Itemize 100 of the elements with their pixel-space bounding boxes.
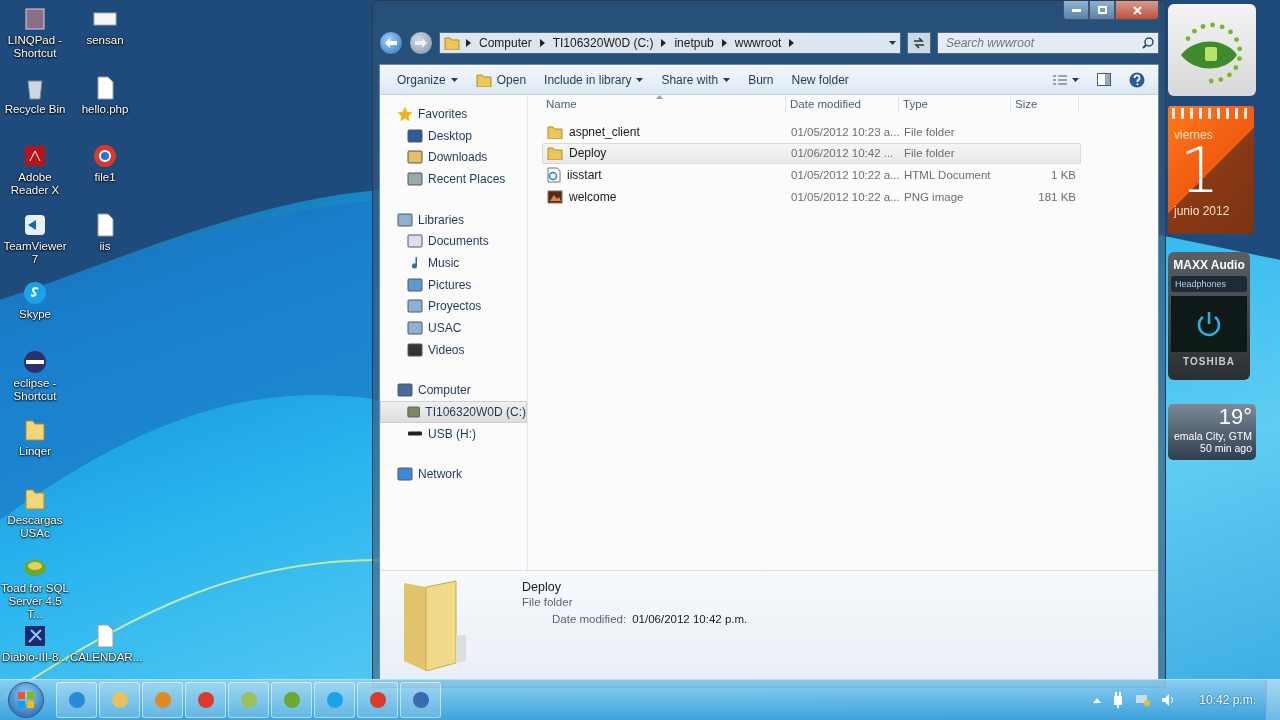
maximize-icon bbox=[1097, 6, 1107, 14]
caret-icon bbox=[1072, 77, 1079, 82]
toolbar-button[interactable]: Open bbox=[468, 69, 534, 90]
breadcrumb[interactable]: TI106320W0D (C:) bbox=[550, 36, 656, 50]
file-row[interactable]: iisstart 01/05/2012 10:22 a... HTML Document 1 KB bbox=[542, 164, 1081, 186]
tree-item[interactable]: TI106320W0D (C:) bbox=[380, 401, 527, 423]
open-folder-icon bbox=[475, 72, 492, 87]
desktop-icon-label[interactable]: iis bbox=[99, 239, 111, 253]
sort-arrow-icon bbox=[656, 95, 663, 99]
toolbar-button[interactable]: Share with bbox=[654, 69, 738, 90]
breadcrumb[interactable]: wwwroot bbox=[732, 36, 784, 50]
desktop-icon-label[interactable]: eclipse - Shortcut bbox=[0, 376, 70, 403]
power-gadget[interactable] bbox=[1168, 4, 1256, 96]
file-row[interactable]: aspnet_client 01/05/2012 10:23 a... File folder bbox=[542, 121, 1081, 143]
table-cell-text: File folder bbox=[903, 147, 956, 160]
temperature: 19° bbox=[1218, 404, 1252, 430]
desktop-icon-label[interactable]: LINQPad - Shortcut bbox=[0, 34, 70, 60]
maker-logo: TOSHIBA bbox=[1183, 356, 1235, 367]
column-header[interactable]: Type bbox=[899, 95, 1011, 113]
power-button[interactable] bbox=[1171, 296, 1247, 352]
desktop-icon-label[interactable]: Linqer bbox=[19, 445, 51, 458]
desktop-icon-label[interactable]: Adobe Reader X bbox=[0, 171, 70, 197]
computer-icon bbox=[397, 383, 413, 398]
search-input[interactable]: Search wwwroot bbox=[944, 35, 1142, 51]
taskbar-button[interactable] bbox=[185, 682, 226, 718]
desktop-icon-label[interactable]: Skype bbox=[19, 308, 51, 321]
column-header[interactable]: Size bbox=[1011, 95, 1079, 113]
tree-item[interactable]: Music bbox=[380, 252, 527, 274]
taskbar-button[interactable] bbox=[56, 682, 97, 718]
tree-item[interactable]: Network bbox=[380, 463, 527, 486]
binder-rings-icon bbox=[1172, 108, 1250, 120]
star-icon bbox=[397, 106, 413, 121]
table-cell-text: 01/05/2012 10:22 a... bbox=[790, 190, 900, 203]
search-field[interactable]: Search wwwroot bbox=[937, 32, 1159, 54]
tree-item[interactable]: USAC bbox=[380, 317, 527, 339]
toolbar-button[interactable]: New folder bbox=[784, 69, 856, 90]
calendar-gadget[interactable]: viernes1 junio 2012 bbox=[1168, 106, 1254, 234]
file-name: welcome bbox=[569, 189, 617, 204]
day-number: 1 bbox=[1180, 142, 1220, 200]
tree-item[interactable]: Downloads bbox=[380, 146, 527, 169]
caret-icon bbox=[723, 77, 731, 82]
desktop-icon-label[interactable]: hello.php bbox=[81, 102, 129, 116]
table-cell-text: 1 KB bbox=[1050, 169, 1077, 181]
taskbar-button[interactable] bbox=[314, 682, 355, 718]
taskbar-button[interactable] bbox=[142, 682, 183, 718]
desktop-icon-label[interactable]: TeamViewer 7 bbox=[0, 239, 70, 266]
volume-button[interactable] bbox=[1161, 693, 1176, 707]
desktop-icon-label[interactable]: Recycle Bin bbox=[4, 102, 66, 116]
audio-brand: MAXX Audio bbox=[1173, 258, 1245, 272]
address-bar[interactable]: Computer TI106320W0D (C:) inetpub wwwroot bbox=[439, 32, 901, 54]
caret-icon bbox=[450, 77, 458, 82]
help-icon bbox=[1129, 71, 1145, 88]
table-cell-text: HTML Document bbox=[903, 169, 992, 181]
close-button[interactable] bbox=[1115, 1, 1159, 20]
minimize-icon bbox=[1071, 8, 1081, 12]
library-icon bbox=[407, 321, 423, 336]
toolbar-button[interactable]: Include in library bbox=[537, 69, 651, 90]
details-type: File folder bbox=[522, 596, 574, 608]
breadcrumb[interactable]: inetpub bbox=[672, 36, 716, 50]
file-row[interactable]: Deploy 01/06/2012 10:42 ... File folder bbox=[542, 142, 1081, 165]
tree-item[interactable]: Desktop bbox=[380, 124, 527, 147]
desktop-icon-label[interactable]: sensan bbox=[86, 34, 124, 47]
caret-icon bbox=[889, 41, 896, 45]
tree-item[interactable]: USB (H:) bbox=[380, 422, 527, 445]
weather-gadget[interactable]: 19° emala City, GTM 50 min ago bbox=[1168, 404, 1256, 460]
clock-folder-icon bbox=[407, 171, 423, 186]
toolbar-button[interactable]: Organize bbox=[390, 69, 465, 90]
output-selector[interactable]: Headphones bbox=[1171, 276, 1247, 292]
breadcrumb[interactable]: Computer bbox=[477, 36, 534, 50]
start-button[interactable] bbox=[8, 682, 44, 718]
desktop-icon-label[interactable]: file1 bbox=[94, 171, 116, 184]
pane-icon bbox=[1097, 73, 1111, 86]
tree-item[interactable]: Computer bbox=[380, 379, 527, 402]
taskbar-button[interactable] bbox=[357, 682, 398, 718]
forward-button[interactable] bbox=[409, 31, 433, 55]
tree-item[interactable]: Recent Places bbox=[380, 168, 527, 190]
month-year: junio 2012 bbox=[1174, 204, 1231, 218]
search-icon bbox=[1142, 37, 1154, 49]
tree-item[interactable]: Pictures bbox=[380, 273, 527, 296]
tree-item[interactable]: Proyectos bbox=[380, 295, 527, 318]
table-cell-text: 181 KB bbox=[1037, 190, 1077, 203]
document-icon bbox=[407, 234, 423, 249]
back-button[interactable] bbox=[379, 31, 403, 55]
column-header[interactable]: Date modified bbox=[786, 95, 899, 113]
speaker-icon bbox=[1161, 693, 1176, 707]
toolbar-button[interactable]: Burn bbox=[741, 69, 781, 90]
taskbar-button[interactable] bbox=[400, 682, 441, 718]
tree-item[interactable]: Videos bbox=[380, 338, 527, 361]
tree-item[interactable]: Favorites bbox=[380, 103, 527, 125]
monitor-icon bbox=[407, 128, 423, 143]
left-arrow-icon bbox=[385, 38, 397, 48]
show-hidden-icons-button[interactable] bbox=[1093, 697, 1102, 703]
refresh-button[interactable] bbox=[907, 32, 931, 54]
minimize-button[interactable] bbox=[1063, 1, 1089, 20]
tree-item[interactable]: Documents bbox=[380, 230, 527, 253]
library-icon bbox=[407, 299, 423, 314]
tree-item[interactable]: Libraries bbox=[380, 208, 527, 231]
file-row[interactable]: welcome 01/05/2012 10:22 a... PNG image 181 KB bbox=[542, 185, 1081, 208]
taskbar-button[interactable] bbox=[271, 682, 312, 718]
maximize-button[interactable] bbox=[1089, 1, 1115, 20]
